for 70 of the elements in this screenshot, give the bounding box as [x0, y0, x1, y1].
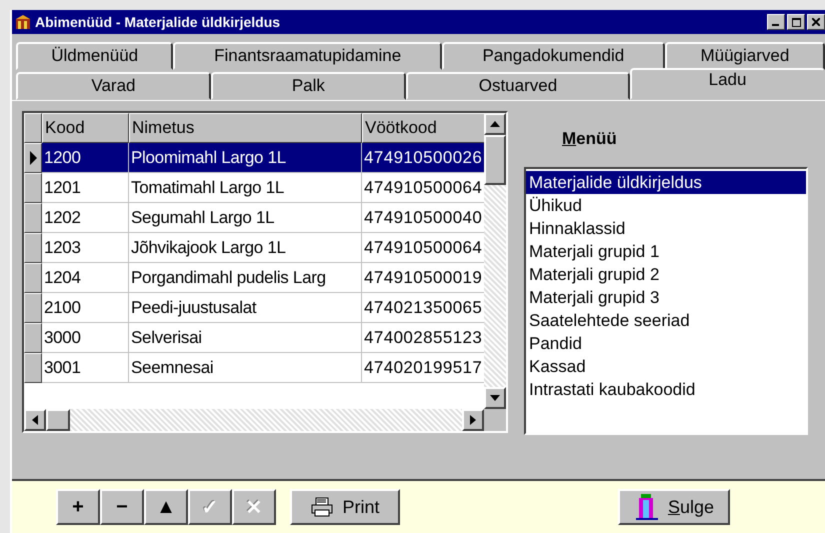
- column-header[interactable]: Nimetus: [129, 113, 362, 143]
- table-cell: Porgandimahl pudelis Larg: [129, 263, 362, 293]
- print-button[interactable]: Print: [290, 489, 400, 525]
- door-icon: [634, 493, 660, 521]
- table-cell: Tomatimahl Largo 1L: [129, 173, 362, 203]
- close-icon: [812, 18, 820, 26]
- close-window-button[interactable]: Sulge: [618, 489, 730, 525]
- tab[interactable]: Ladu: [630, 68, 825, 100]
- row-indicator[interactable]: [24, 293, 42, 323]
- table-cell: 474910500026: [362, 143, 484, 173]
- scroll-thumb[interactable]: [46, 409, 70, 431]
- tab[interactable]: Palk: [210, 72, 406, 100]
- horizontal-scrollbar[interactable]: [24, 409, 506, 431]
- scroll-thumb[interactable]: [484, 135, 506, 185]
- menu-label: Menüü: [562, 129, 617, 150]
- scroll-right-icon: [470, 415, 476, 425]
- table-cell: Ploomimahl Largo 1L: [129, 143, 362, 173]
- menu-item[interactable]: Hinnaklassid: [526, 217, 806, 240]
- table-cell: 1203: [42, 233, 129, 263]
- printer-icon: [310, 497, 334, 517]
- row-indicator[interactable]: [24, 263, 42, 293]
- scroll-left-icon: [32, 415, 38, 425]
- window-title: Abimenüüd - Materjalide üldkirjeldus: [35, 14, 282, 30]
- vertical-scrollbar[interactable]: [484, 113, 506, 409]
- table-cell: Seemnesai: [129, 353, 362, 383]
- table-cell: 1200: [42, 143, 129, 173]
- toolbar-button[interactable]: +: [56, 489, 100, 525]
- tab[interactable]: Ostuarved: [406, 72, 630, 100]
- menu-item[interactable]: Materjali grupid 3: [526, 286, 806, 309]
- tab[interactable]: Finantsraamatupidamine: [173, 42, 442, 70]
- close-button[interactable]: [807, 14, 825, 30]
- menu-item[interactable]: Materjali grupid 1: [526, 240, 806, 263]
- table-cell: 1202: [42, 203, 129, 233]
- table-cell: 1204: [42, 263, 129, 293]
- maximize-icon: [792, 18, 800, 26]
- toolbar-button[interactable]: −: [100, 489, 144, 525]
- scroll-up-icon: [490, 121, 500, 127]
- column-header[interactable]: Vöötkood: [362, 113, 484, 143]
- row-indicator[interactable]: [24, 143, 42, 173]
- menu-item[interactable]: Intrastati kaubakoodid: [526, 378, 806, 401]
- table-cell: Jõhvikajook Largo 1L: [129, 233, 362, 263]
- row-indicator[interactable]: [24, 323, 42, 353]
- scroll-down-icon: [490, 395, 500, 401]
- app-icon: [15, 14, 31, 30]
- menu-item[interactable]: Saatelehtede seeriad: [526, 309, 806, 332]
- menu-item[interactable]: Materjali grupid 2: [526, 263, 806, 286]
- table-cell: 3001: [42, 353, 129, 383]
- maximize-button[interactable]: [787, 14, 805, 30]
- table-cell: Segumahl Largo 1L: [129, 203, 362, 233]
- table-cell: 3000: [42, 323, 129, 353]
- menu-item[interactable]: Pandid: [526, 332, 806, 355]
- tab[interactable]: Pangadokumendid: [442, 42, 665, 70]
- column-header[interactable]: Kood: [42, 113, 129, 143]
- menu-item[interactable]: Kassad: [526, 355, 806, 378]
- table-cell: 2100: [42, 293, 129, 323]
- row-indicator[interactable]: [24, 173, 42, 203]
- menu-item[interactable]: Ühikud: [526, 194, 806, 217]
- row-indicator[interactable]: [24, 203, 42, 233]
- table-cell: 1201: [42, 173, 129, 203]
- table-cell: Selverisai: [129, 323, 362, 353]
- toolbar-button[interactable]: ▲: [144, 489, 188, 525]
- minimize-button[interactable]: [767, 14, 785, 30]
- tab[interactable]: Üldmenüüd: [16, 42, 174, 70]
- tab[interactable]: Varad: [16, 72, 211, 100]
- row-indicator[interactable]: [24, 353, 42, 383]
- row-indicator[interactable]: [24, 233, 42, 263]
- menu-item[interactable]: Materjalide üldkirjeldus: [526, 171, 806, 194]
- tab[interactable]: Müügiarved: [664, 42, 825, 70]
- scrollbar-corner: [484, 409, 506, 431]
- table-cell: Peedi-juustusalat: [129, 293, 362, 323]
